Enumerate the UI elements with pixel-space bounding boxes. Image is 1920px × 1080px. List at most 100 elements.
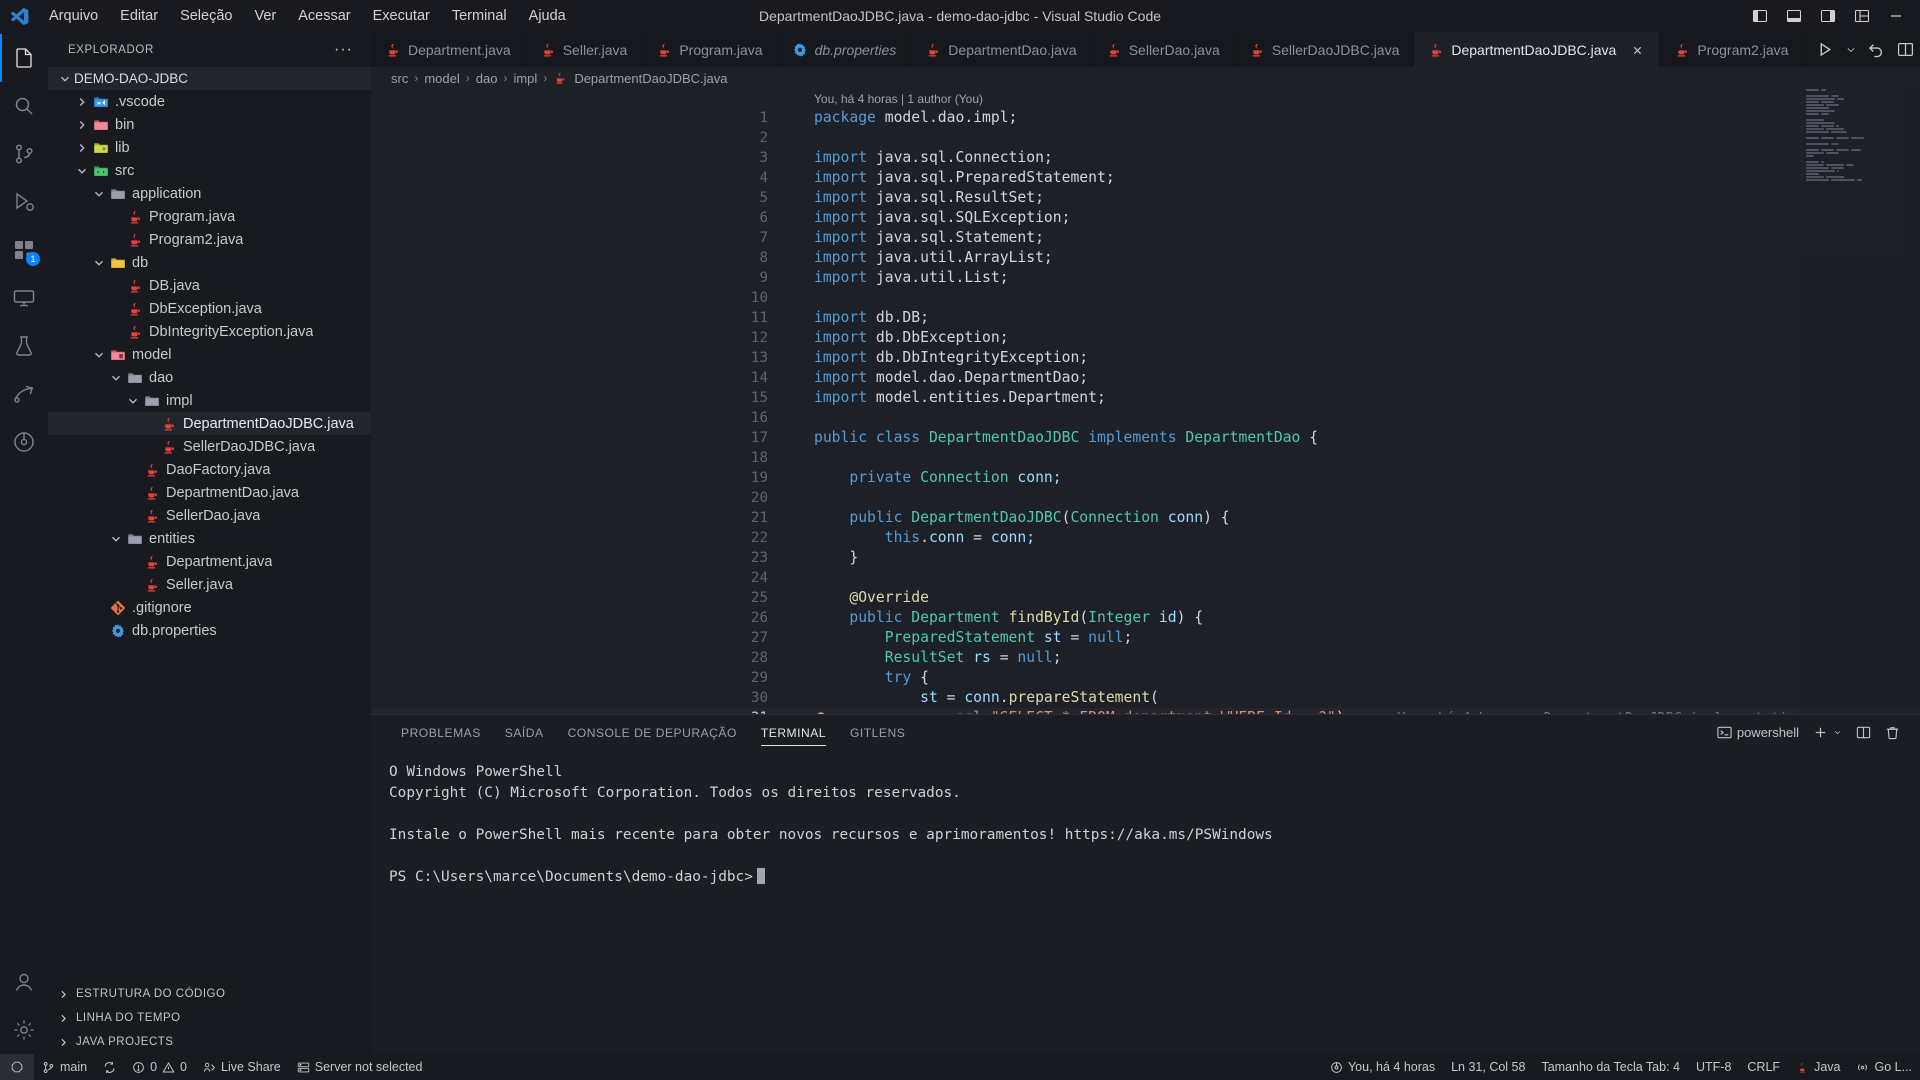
code-line[interactable]: 12 import db.DbException; — [371, 328, 1920, 348]
code-line[interactable]: 16 — [371, 408, 1920, 428]
tree-file-departmentdao-java[interactable]: DepartmentDao.java — [48, 481, 371, 504]
code-line[interactable]: 2 — [371, 128, 1920, 148]
code-lines[interactable]: 1 package model.dao.impl; 2 3 import java.sq… — [371, 108, 1920, 714]
panel-tab-gitlens[interactable]: GITLENS — [838, 715, 917, 750]
tree-file-sellerdao-java[interactable]: SellerDao.java — [48, 504, 371, 527]
code-line[interactable]: 22 this.conn = conn; — [371, 528, 1920, 548]
status-gitlens-blame[interactable]: You, há 4 horas — [1322, 1054, 1443, 1080]
tree-file-db-java[interactable]: DB.java — [48, 274, 371, 297]
tree-file-dbintegrityexception-java[interactable]: DbIntegrityException.java — [48, 320, 371, 343]
menu-selecao[interactable]: Seleção — [169, 4, 243, 28]
section-java-projects[interactable]: JAVA PROJECTS — [48, 1030, 371, 1054]
code-line[interactable]: 9 import java.util.List; — [371, 268, 1920, 288]
panel-tab-console-de-depura-o[interactable]: CONSOLE DE DEPURAÇÃO — [556, 715, 749, 750]
tree-file-program-java[interactable]: Program.java — [48, 205, 371, 228]
menu-arquivo[interactable]: Arquivo — [38, 4, 109, 28]
tree-root-demo-dao-jdbc[interactable]: DEMO-DAO-JDBC — [48, 67, 371, 90]
terminal-shell-selector[interactable]: powershell — [1717, 725, 1799, 740]
status-branch[interactable]: main — [34, 1054, 95, 1080]
tree-file-program2-java[interactable]: Program2.java — [48, 228, 371, 251]
tree-folder-bin[interactable]: bin — [48, 113, 371, 136]
tree-file-sellerdaojdbc-java[interactable]: SellerDaoJDBC.java — [48, 435, 371, 458]
tree-folder-db[interactable]: db — [48, 251, 371, 274]
tree-file-departmentdaojdbc-java[interactable]: DepartmentDaoJDBC.java — [48, 412, 371, 435]
breadcrumb-part[interactable]: src — [391, 71, 408, 86]
minimize-icon[interactable] — [1880, 1, 1912, 31]
code-line[interactable]: 1 package model.dao.impl; — [371, 108, 1920, 128]
sidebar-more-actions-icon[interactable]: ··· — [334, 41, 359, 59]
tree-file-gitignore[interactable]: .gitignore — [48, 596, 371, 619]
menu-terminal[interactable]: Terminal — [441, 4, 518, 28]
code-line[interactable]: 20 — [371, 488, 1920, 508]
quick-fix-lightbulb-icon[interactable] — [814, 711, 830, 714]
editor-tab-departmentdao-java[interactable]: DepartmentDao.java — [911, 32, 1092, 67]
code-editor[interactable]: You, há 4 horas | 1 author (You) 1 packag… — [371, 89, 1920, 714]
code-line[interactable]: 26 public Department findById(Integer id… — [371, 608, 1920, 628]
code-line[interactable]: 28 ResultSet rs = null; — [371, 648, 1920, 668]
activity-manage-gear-icon[interactable] — [0, 1006, 48, 1054]
code-line[interactable]: 3 import java.sql.Connection; — [371, 148, 1920, 168]
run-play-icon[interactable] — [1817, 41, 1834, 58]
terminal-output[interactable]: O Windows PowerShell Copyright (C) Micros… — [371, 750, 1920, 1054]
activity-source-control[interactable] — [0, 130, 48, 178]
panel-tab-problemas[interactable]: PROBLEMAS — [389, 715, 493, 750]
breadcrumb-part[interactable]: impl — [513, 71, 537, 86]
code-line[interactable]: 27 PreparedStatement st = null; — [371, 628, 1920, 648]
split-editor-icon[interactable] — [1897, 41, 1914, 58]
status-indentation[interactable]: Tamanho da Tecla Tab: 4 — [1533, 1054, 1688, 1080]
code-line[interactable]: 7 import java.sql.Statement; — [371, 228, 1920, 248]
kill-terminal-icon[interactable] — [1885, 725, 1900, 740]
code-line[interactable]: 8 import java.util.ArrayList; — [371, 248, 1920, 268]
toggle-primary-sidebar-icon[interactable] — [1744, 1, 1776, 31]
toggle-panel-icon[interactable] — [1778, 1, 1810, 31]
code-line[interactable]: 19 private Connection conn; — [371, 468, 1920, 488]
status-eol[interactable]: CRLF — [1739, 1054, 1788, 1080]
code-line[interactable]: 15 import model.entities.Department; — [371, 388, 1920, 408]
tree-file-seller-java[interactable]: Seller.java — [48, 573, 371, 596]
menu-ajuda[interactable]: Ajuda — [518, 4, 577, 28]
tree-file-dbexception-java[interactable]: DbException.java — [48, 297, 371, 320]
activity-search[interactable] — [0, 82, 48, 130]
code-line[interactable]: 24 — [371, 568, 1920, 588]
customize-layout-icon[interactable] — [1846, 1, 1878, 31]
remote-indicator-icon[interactable] — [0, 1054, 34, 1080]
code-line[interactable]: 14 import model.dao.DepartmentDao; — [371, 368, 1920, 388]
section-estrutura-do-codigo[interactable]: ESTRUTURA DO CÓDIGO — [48, 982, 371, 1006]
tree-folder-impl[interactable]: impl — [48, 389, 371, 412]
activity-accounts[interactable] — [0, 958, 48, 1006]
breadcrumb-file[interactable]: DepartmentDaoJDBC.java — [574, 71, 727, 86]
debug-revert-icon[interactable] — [1868, 41, 1885, 58]
editor-tab-seller-java[interactable]: Seller.java — [525, 32, 643, 67]
section-linha-do-tempo[interactable]: LINHA DO TEMPO — [48, 1006, 371, 1030]
new-terminal-icon[interactable] — [1813, 725, 1842, 740]
code-line[interactable]: 21 public DepartmentDaoJDBC(Connection c… — [371, 508, 1920, 528]
activity-run-and-debug[interactable] — [0, 178, 48, 226]
tree-file-daofactory-java[interactable]: DaoFactory.java — [48, 458, 371, 481]
code-line[interactable]: 10 — [371, 288, 1920, 308]
code-line[interactable]: 13 import db.DbIntegrityException; — [371, 348, 1920, 368]
code-line[interactable]: 23 } — [371, 548, 1920, 568]
editor-tab-sellerdao-java[interactable]: SellerDao.java — [1091, 32, 1235, 67]
tree-folder-vscode[interactable]: .vscode — [48, 90, 371, 113]
tree-folder-entities[interactable]: entities — [48, 527, 371, 550]
split-terminal-icon[interactable] — [1856, 725, 1871, 740]
activity-project-manager[interactable] — [0, 370, 48, 418]
tree-folder-dao[interactable]: dao — [48, 366, 371, 389]
code-line[interactable]: 18 — [371, 448, 1920, 468]
panel-tab-terminal[interactable]: TERMINAL — [749, 715, 838, 750]
code-line[interactable]: 31 sql:"SELECT * FROM department WHERE I… — [371, 708, 1920, 714]
activity-extensions[interactable]: 1 — [0, 226, 48, 274]
editor-tab-departmentdaojdbc-java[interactable]: DepartmentDaoJDBC.java — [1414, 32, 1661, 67]
status-cursor-position[interactable]: Ln 31, Col 58 — [1443, 1054, 1533, 1080]
tree-folder-application[interactable]: application — [48, 182, 371, 205]
code-line[interactable]: 25 @Override — [371, 588, 1920, 608]
panel-tab-sa-da[interactable]: SAÍDA — [493, 715, 556, 750]
editor-tab-program2-java[interactable]: Program2.java — [1660, 32, 1804, 67]
activity-explorer[interactable] — [0, 34, 48, 82]
breadcrumb-part[interactable]: model — [424, 71, 459, 86]
status-encoding[interactable]: UTF-8 — [1688, 1054, 1739, 1080]
tree-folder-src[interactable]: src — [48, 159, 371, 182]
status-sync[interactable] — [95, 1054, 124, 1080]
code-line[interactable]: 4 import java.sql.PreparedStatement; — [371, 168, 1920, 188]
menu-acessar[interactable]: Acessar — [287, 4, 361, 28]
